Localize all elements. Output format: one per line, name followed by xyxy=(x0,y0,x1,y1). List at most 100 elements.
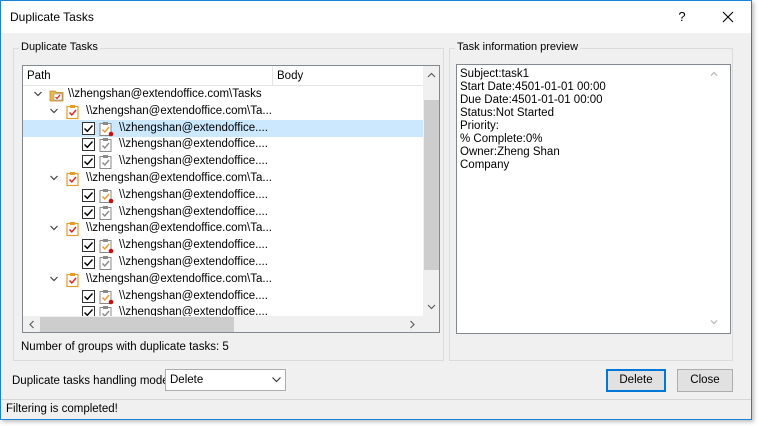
row-path-text: \\zhengshan@extendoffice.... xyxy=(119,121,268,134)
preview-scroll-up-icon[interactable] xyxy=(707,67,721,81)
task-icon xyxy=(99,121,114,136)
handling-mode-label: Duplicate tasks handling mode: xyxy=(12,375,172,387)
task-preview-caption: Task information preview xyxy=(455,41,581,53)
scroll-right-arrow-icon[interactable] xyxy=(405,316,419,333)
preview-scroll-down-icon[interactable] xyxy=(707,315,721,329)
row-checkbox[interactable] xyxy=(82,188,95,202)
row-path-text: \\zhengshan@extendoffice.... xyxy=(119,188,268,201)
chevron-down-icon xyxy=(272,377,281,383)
task-row[interactable]: \\zhengshan@extendoffice.... xyxy=(23,288,423,305)
chevron-down-icon[interactable] xyxy=(49,171,59,185)
preview-line: Priority: xyxy=(460,120,499,132)
checkmark-icon xyxy=(84,309,94,316)
preview-line: Subject:task1 xyxy=(460,68,530,80)
handling-mode-value: Delete xyxy=(170,374,204,386)
row-path-text: \\zhengshan@extendoffice.... xyxy=(119,256,268,268)
task-group-icon xyxy=(66,172,79,187)
delete-button[interactable]: Delete xyxy=(606,369,666,392)
task-information-preview[interactable]: Subject:task1 Start Date:4501-01-01 00:00… xyxy=(456,64,731,334)
checkmark-icon xyxy=(84,158,94,166)
duplicate-group-row[interactable]: \\zhengshan@extendoffice.com\Ta... xyxy=(23,220,423,237)
preview-line: Company xyxy=(460,159,510,171)
row-path-text: \\zhengshan@extendoffice.... xyxy=(119,138,268,151)
row-path-text: \\zhengshan@extendoffice.... xyxy=(119,306,268,316)
help-button[interactable]: ? xyxy=(659,1,705,33)
close-window-button[interactable] xyxy=(705,1,751,33)
task-row[interactable]: \\zhengshan@extendoffice.... xyxy=(23,204,423,221)
window-title: Duplicate Tasks xyxy=(10,10,94,24)
task-group-icon xyxy=(66,222,79,237)
row-checkbox[interactable] xyxy=(82,121,95,135)
row-checkbox[interactable] xyxy=(82,138,95,152)
row-checkbox[interactable] xyxy=(82,239,95,253)
checkmark-icon xyxy=(84,141,94,149)
row-path-text: \\zhengshan@extendoffice.com\Ta... xyxy=(86,222,272,235)
task-icon xyxy=(99,306,112,316)
row-path-text: \\zhengshan@extendoffice.... xyxy=(119,155,268,168)
horizontal-scroll-thumb[interactable] xyxy=(40,317,234,332)
vertical-scrollbar[interactable] xyxy=(423,66,440,316)
status-text: Filtering is completed! xyxy=(6,403,118,415)
scroll-left-arrow-icon[interactable] xyxy=(25,316,39,333)
task-icon xyxy=(99,188,114,204)
horizontal-scrollbar[interactable] xyxy=(23,316,423,333)
duplicate-group-row[interactable]: \\zhengshan@extendoffice.com\Ta... xyxy=(23,271,423,288)
preview-line: Due Date:4501-01-01 00:00 xyxy=(460,94,603,106)
column-header-body[interactable]: Body xyxy=(277,70,303,82)
row-path-text: \\zhengshan@extendoffice.com\Ta... xyxy=(86,272,272,285)
task-icon xyxy=(99,239,114,254)
task-group-icon xyxy=(66,104,79,119)
chevron-down-icon[interactable] xyxy=(33,87,43,101)
row-path-text: \\zhengshan@extendoffice.com\Ta... xyxy=(86,104,272,117)
groups-count-label: Number of groups with duplicate tasks: 5 xyxy=(21,341,229,353)
scroll-down-arrow-icon[interactable] xyxy=(423,300,440,314)
task-row[interactable]: \\zhengshan@extendoffice.... xyxy=(23,254,423,271)
preview-line: Start Date:4501-01-01 00:00 xyxy=(460,81,606,93)
row-checkbox[interactable] xyxy=(82,306,95,316)
row-path-text: \\zhengshan@extendoffice.com\Ta... xyxy=(86,172,272,184)
row-path-text: \\zhengshan@extendoffice.... xyxy=(119,239,268,252)
preview-line: Status:Not Started xyxy=(460,107,554,119)
close-icon xyxy=(722,11,734,23)
task-row[interactable]: \\zhengshan@extendoffice.... xyxy=(23,119,423,137)
row-checkbox[interactable] xyxy=(82,289,95,303)
title-bar: Duplicate Tasks ? xyxy=(1,1,751,33)
duplicate-group-row[interactable]: \\zhengshan@extendoffice.com\Ta... xyxy=(23,103,423,120)
folder-row[interactable]: \\zhengshan@extendoffice.com\Tasks xyxy=(23,86,423,103)
chevron-down-icon[interactable] xyxy=(49,104,59,118)
close-button[interactable]: Close xyxy=(677,369,733,392)
handling-mode-select[interactable]: Delete xyxy=(165,369,286,391)
task-row[interactable]: \\zhengshan@extendoffice.... xyxy=(23,153,423,170)
row-path-text: \\zhengshan@extendoffice.... xyxy=(119,205,268,218)
duplicate-tasks-dialog: Duplicate Tasks ? Duplicate Tasks Task i… xyxy=(0,0,752,420)
scroll-up-arrow-icon[interactable] xyxy=(423,68,440,82)
row-checkbox[interactable] xyxy=(82,256,95,269)
preview-line: % Complete:0% xyxy=(460,133,543,145)
task-icon xyxy=(99,256,112,270)
task-row[interactable]: \\zhengshan@extendoffice.... xyxy=(23,237,423,254)
task-row[interactable]: \\zhengshan@extendoffice.... xyxy=(23,304,423,316)
duplicate-tasks-tree[interactable]: Path Body \\zhengshan@extendoffice.com\T… xyxy=(22,65,440,333)
tree-header: Path Body xyxy=(23,66,423,86)
column-header-path[interactable]: Path xyxy=(27,70,51,82)
duplicate-group-row[interactable]: \\zhengshan@extendoffice.com\Ta... xyxy=(23,170,423,187)
row-checkbox[interactable] xyxy=(82,205,95,219)
row-checkbox[interactable] xyxy=(82,155,95,169)
row-path-text: \\zhengshan@extendoffice.com\Tasks xyxy=(68,88,262,100)
task-group-icon xyxy=(66,272,79,287)
task-row[interactable]: \\zhengshan@extendoffice.... xyxy=(23,187,423,204)
vertical-scroll-thumb[interactable] xyxy=(424,100,439,270)
row-path-text: \\zhengshan@extendoffice.... xyxy=(119,289,268,302)
checkmark-icon xyxy=(84,191,94,200)
chevron-down-icon[interactable] xyxy=(49,221,59,235)
task-row[interactable]: \\zhengshan@extendoffice.... xyxy=(23,136,423,153)
checkmark-icon xyxy=(84,259,94,267)
chevron-down-icon[interactable] xyxy=(49,272,59,286)
status-bar: Filtering is completed! xyxy=(1,399,751,419)
preview-line: Owner:Zheng Shan xyxy=(460,146,560,158)
task-icon xyxy=(99,155,112,170)
column-separator[interactable] xyxy=(272,66,273,86)
checkmark-icon xyxy=(84,208,94,216)
task-icon xyxy=(99,205,112,220)
duplicate-tasks-caption: Duplicate Tasks xyxy=(19,41,100,53)
